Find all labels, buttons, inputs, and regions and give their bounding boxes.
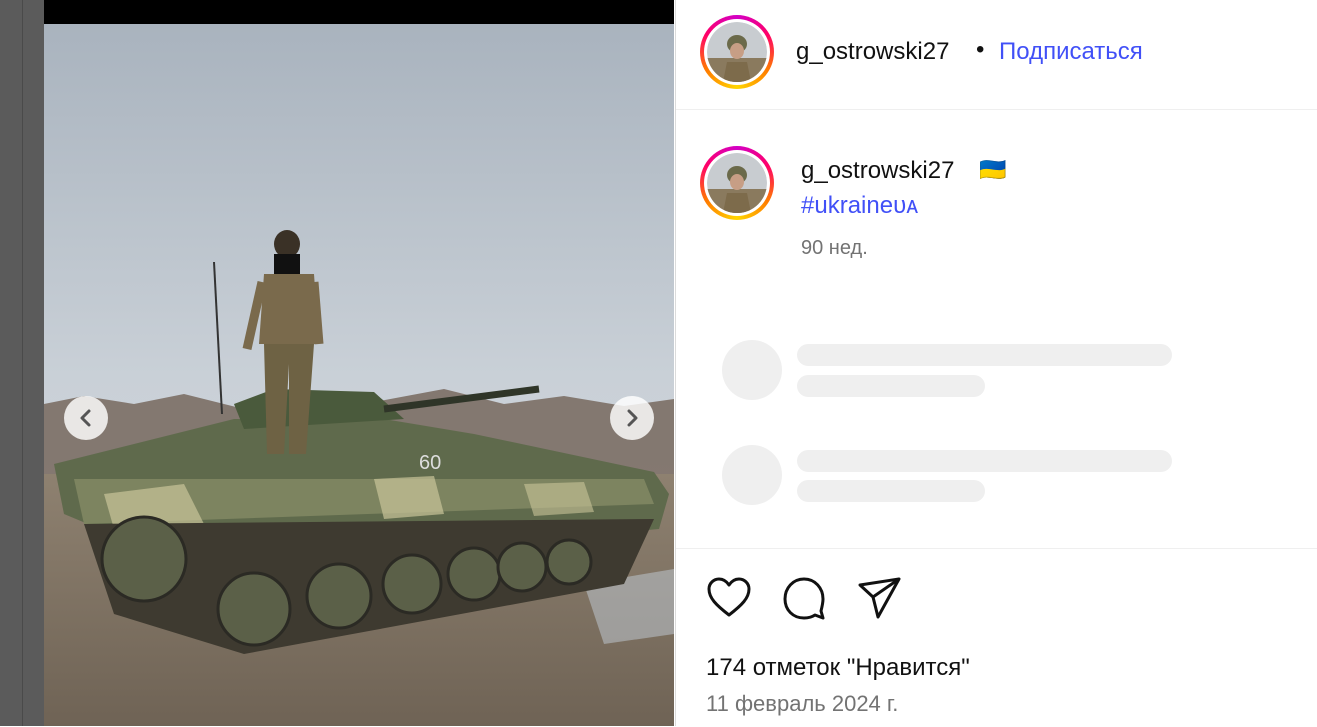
post-actions: 174 отметок "Нравится" 11 февраль 2024 г…: [676, 548, 1317, 727]
media-top-bar: [44, 0, 674, 24]
post-date: 11 февраль 2024 г.: [706, 691, 899, 716]
avatar[interactable]: [700, 15, 774, 89]
post-header: g_ostrowski27 • Подписаться: [676, 0, 1317, 110]
caption-flag-emoji: 🇺🇦: [979, 157, 1007, 182]
svg-text:60: 60: [419, 452, 441, 474]
follow-button[interactable]: Подписаться: [999, 38, 1143, 66]
avatar-photo: [707, 22, 767, 82]
caption-avatar-photo: [707, 153, 767, 213]
left-gutter: [0, 0, 44, 726]
paper-plane-icon[interactable]: [856, 575, 902, 621]
next-photo-button[interactable]: [610, 396, 654, 440]
comment-skeleton-avatar: [722, 340, 782, 400]
caption-time-ago: 90 нед.: [801, 237, 868, 259]
gutter-divider: [22, 0, 23, 726]
post-media: 60: [44, 0, 674, 726]
likes-count[interactable]: 174 отметок "Нравится": [706, 654, 970, 682]
caption-avatar[interactable]: [700, 146, 774, 220]
comment-skeleton-line: [797, 480, 985, 502]
post-details-panel: g_ostrowski27 • Подписаться g_ostrowski2…: [675, 0, 1317, 726]
heart-icon[interactable]: [706, 575, 752, 621]
previous-photo-button[interactable]: [64, 396, 108, 440]
comment-bubble-icon[interactable]: [781, 575, 827, 621]
comment-skeleton-avatar: [722, 445, 782, 505]
comment-skeleton-line: [797, 450, 1172, 472]
comment-skeleton-line: [797, 375, 985, 397]
post-photo: 60: [44, 24, 674, 726]
post-author-username[interactable]: g_ostrowski27: [796, 38, 949, 66]
chevron-left-icon: [80, 409, 91, 427]
caption-username[interactable]: g_ostrowski27: [801, 157, 954, 185]
separator-dot: •: [976, 36, 985, 63]
comment-skeleton-line: [797, 344, 1172, 366]
caption-hashtag-link[interactable]: #ukraineᴜᴀ: [801, 192, 918, 220]
chevron-right-icon: [627, 409, 638, 427]
